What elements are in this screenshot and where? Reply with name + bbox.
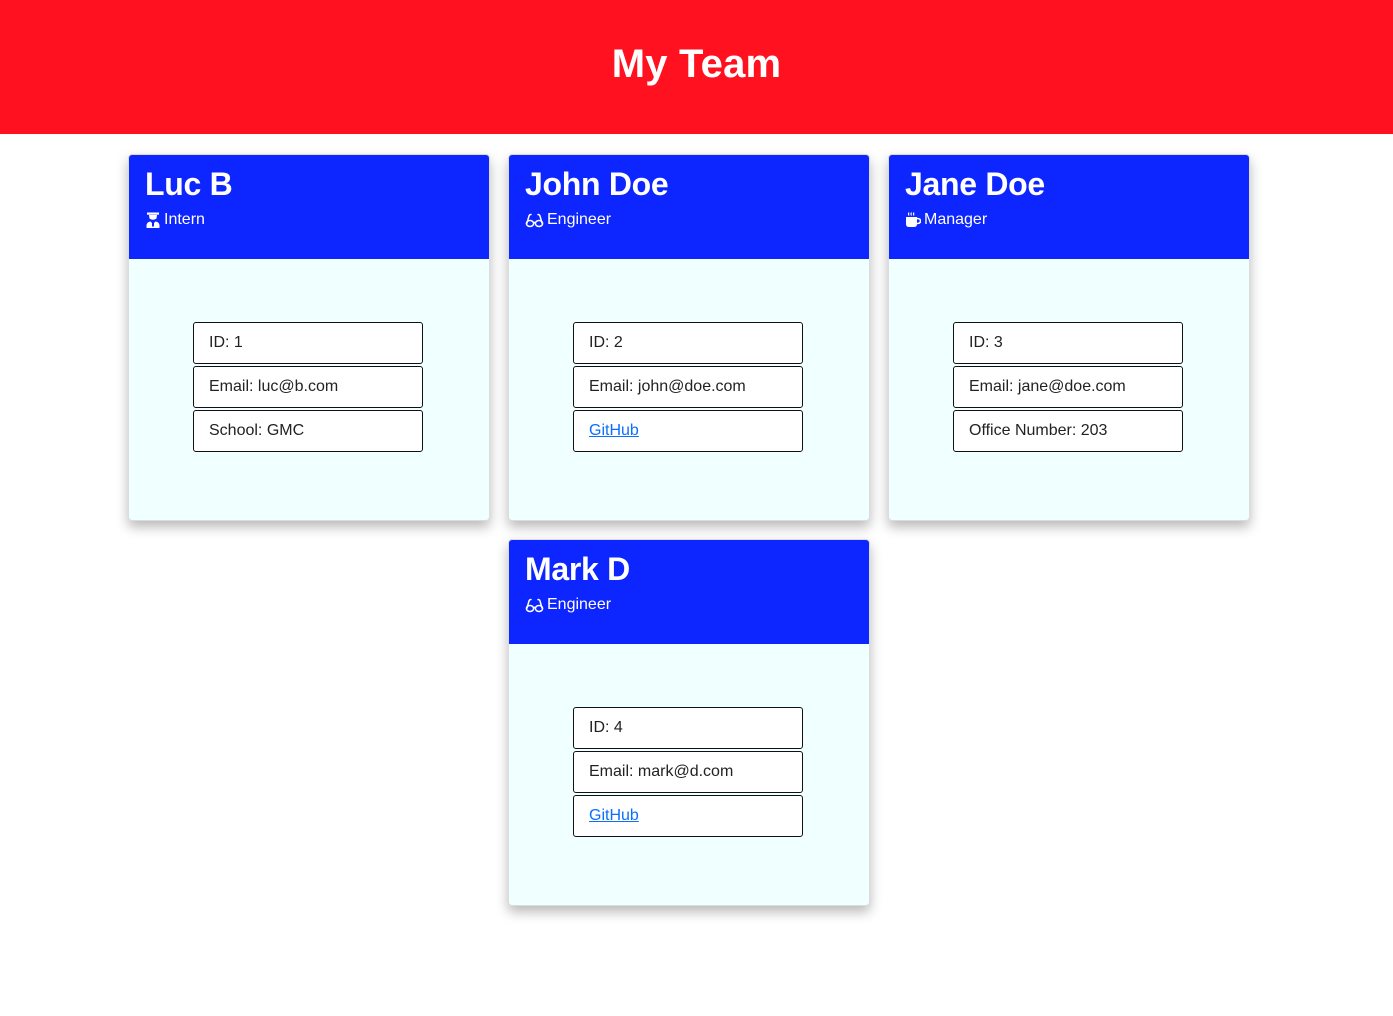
member-email: Email: luc@b.com (193, 366, 423, 408)
member-details-list: ID: 4 Email: mark@d.com GitHub (573, 707, 803, 839)
member-school: School: GMC (193, 410, 423, 452)
member-id: ID: 3 (953, 322, 1183, 364)
member-github-item: GitHub (573, 410, 803, 452)
member-name: Luc B (145, 166, 233, 202)
member-office-number: Office Number: 203 (953, 410, 1183, 452)
member-email: Email: jane@doe.com (953, 366, 1183, 408)
card-header: Luc B Intern (129, 155, 489, 259)
page-title: My Team (611, 41, 782, 86)
member-name: Jane Doe (905, 166, 1045, 202)
member-role: Engineer (525, 595, 853, 615)
team-member-card: John Doe Engineer ID: 2 Email: john@doe.… (508, 154, 870, 521)
member-role-label: Manager (924, 211, 988, 228)
member-role: Intern (145, 210, 473, 230)
member-email: Email: john@doe.com (573, 366, 803, 408)
team-member-card: Mark D Engineer ID: 4 Email: mark@d.com … (508, 539, 870, 906)
card-header: John Doe Engineer (509, 155, 869, 259)
glasses-icon (525, 212, 544, 228)
member-id: ID: 2 (573, 322, 803, 364)
member-details-list: ID: 2 Email: john@doe.com GitHub (573, 322, 803, 454)
coffee-icon (905, 212, 922, 228)
graduate-icon (145, 212, 161, 228)
member-details-list: ID: 3 Email: jane@doe.com Office Number:… (953, 322, 1183, 454)
github-link[interactable]: GitHub (589, 422, 639, 440)
card-header: Jane Doe Manager (889, 155, 1249, 259)
member-name: Mark D (525, 551, 630, 587)
glasses-icon (525, 597, 544, 613)
member-role-label: Engineer (547, 211, 612, 228)
team-member-card: Jane Doe Manager ID: 3 Email: jane@doe.c… (888, 154, 1250, 521)
member-role-label: Engineer (547, 596, 612, 613)
member-id: ID: 1 (193, 322, 423, 364)
member-details-list: ID: 1 Email: luc@b.com School: GMC (193, 322, 423, 454)
member-email: Email: mark@d.com (573, 751, 803, 793)
member-role: Engineer (525, 210, 853, 230)
member-role-label: Intern (164, 211, 205, 228)
member-id: ID: 4 (573, 707, 803, 749)
github-link[interactable]: GitHub (589, 807, 639, 825)
team-member-card: Luc B Intern ID: 1 Email: luc@b.com Scho… (128, 154, 490, 521)
member-name: John Doe (525, 166, 669, 202)
page-header: My Team (0, 0, 1393, 134)
member-github-item: GitHub (573, 795, 803, 837)
member-role: Manager (905, 210, 1233, 230)
card-header: Mark D Engineer (509, 540, 869, 644)
